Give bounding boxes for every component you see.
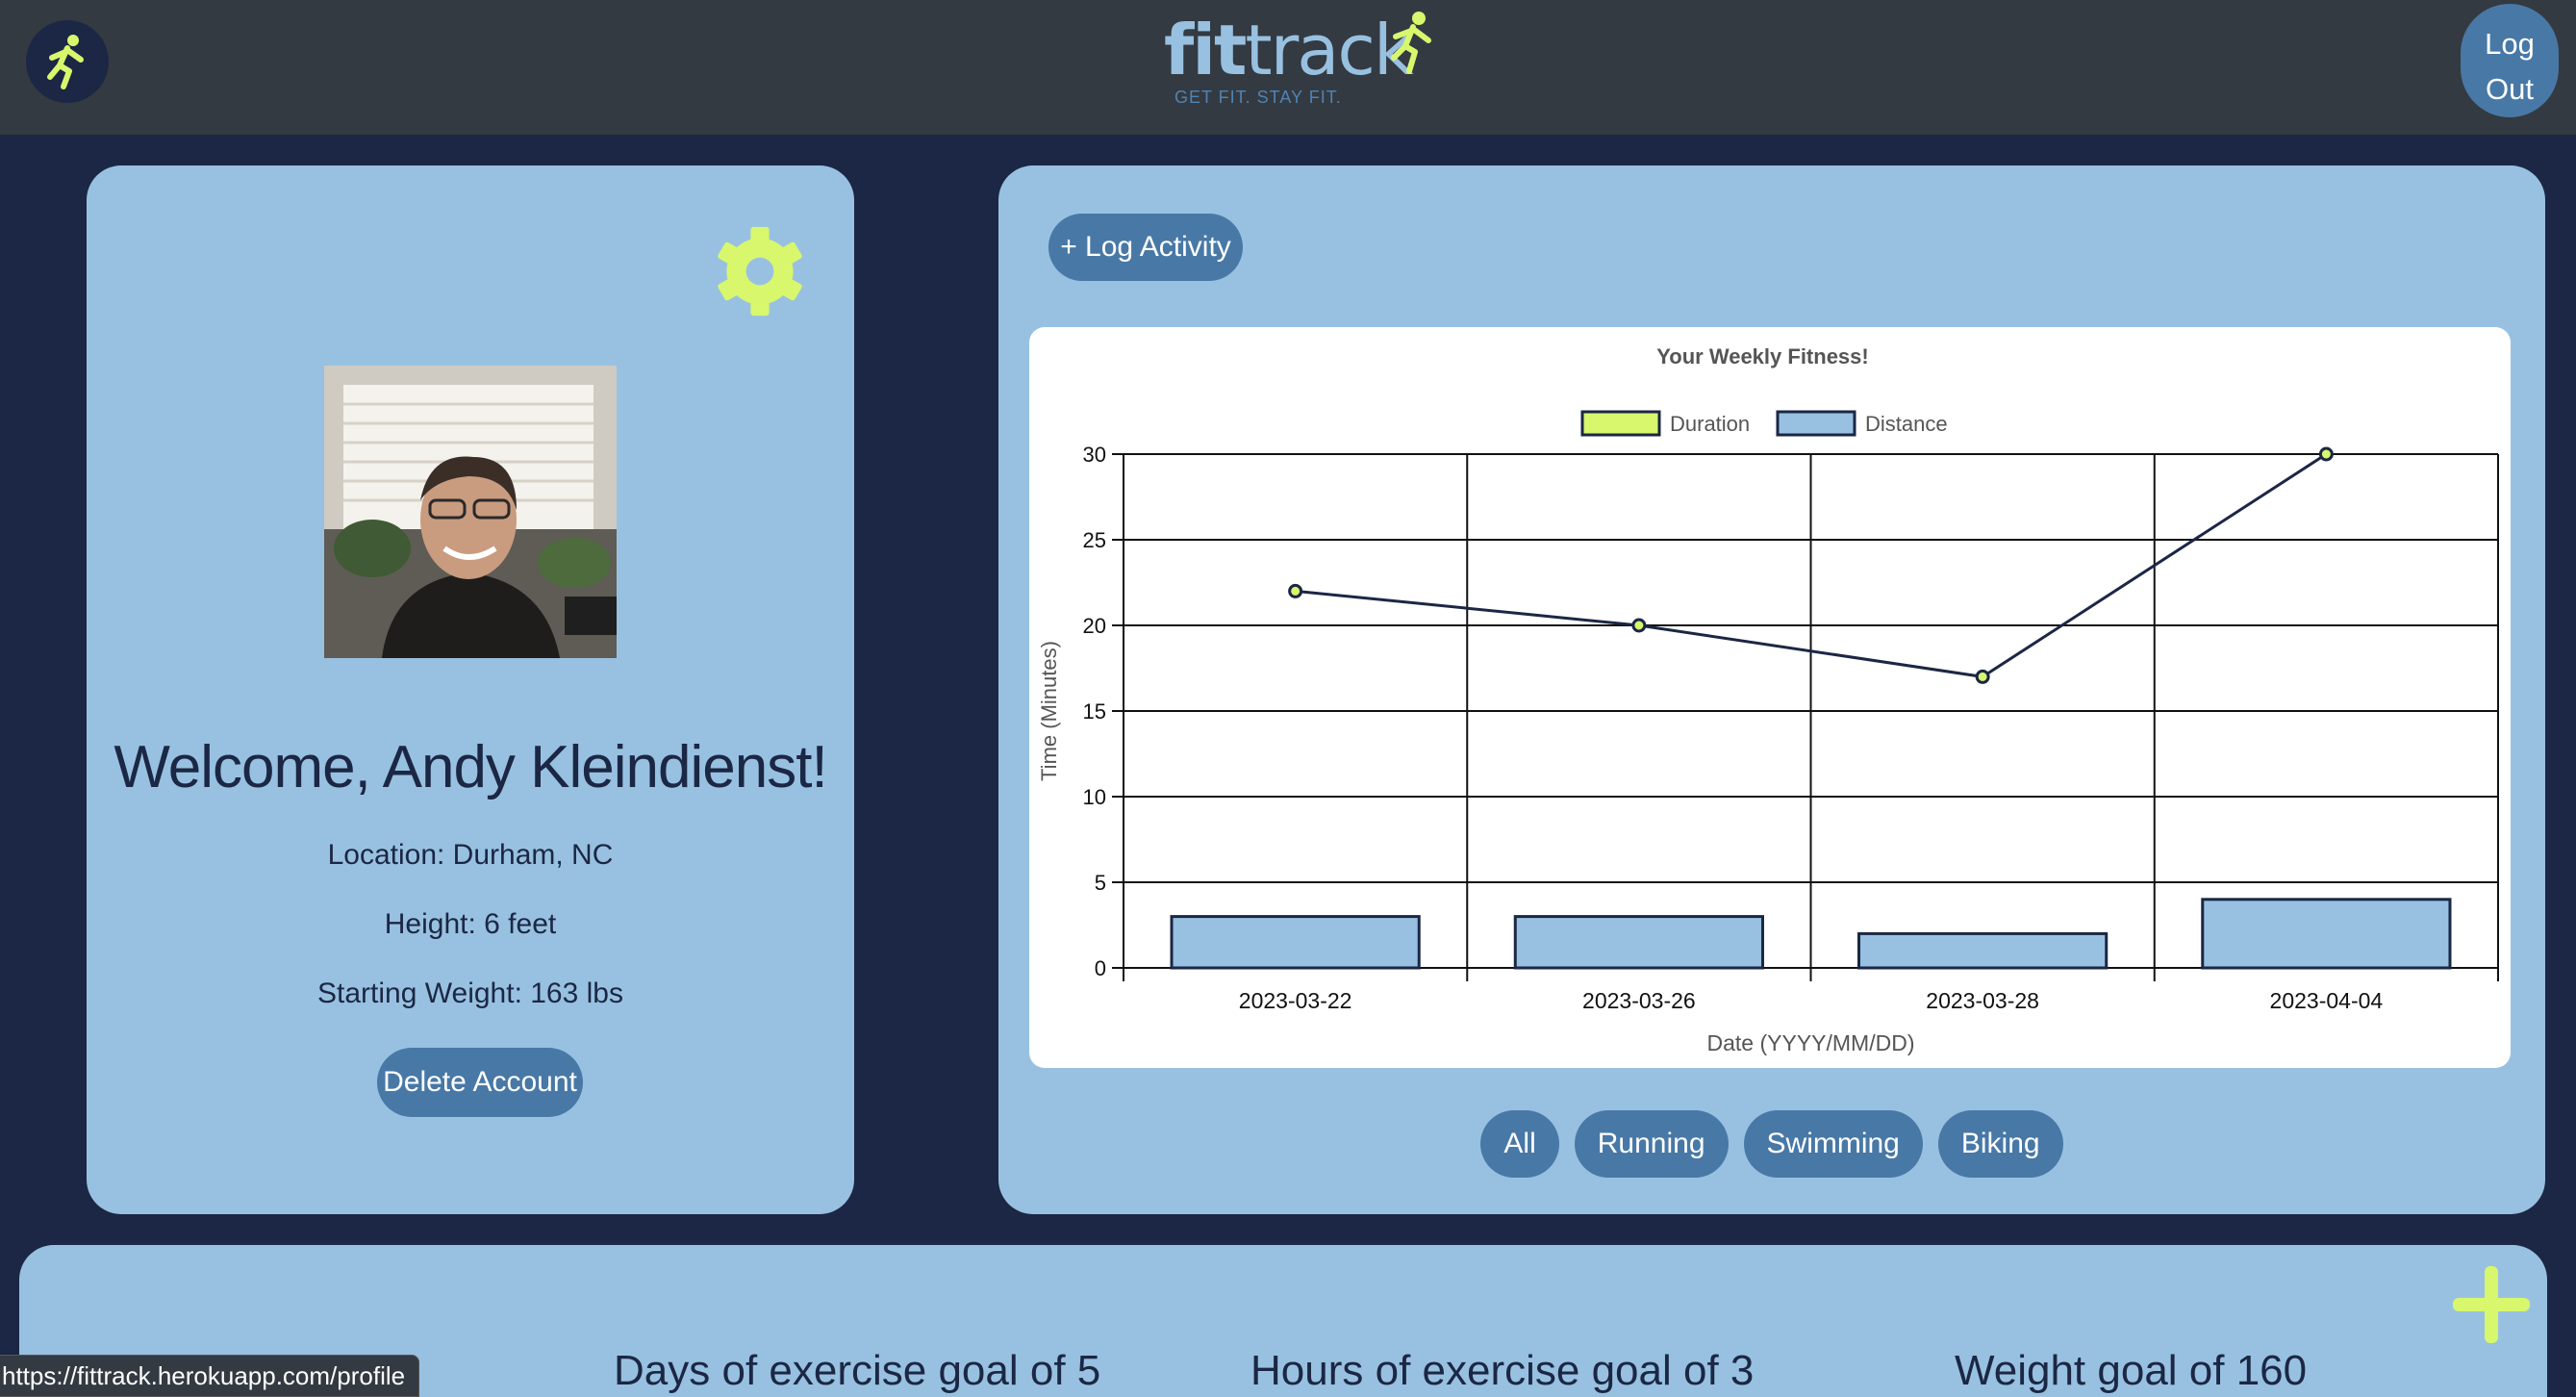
activity-card: + Log Activity Your Weekly Fitness! Durat… bbox=[998, 165, 2545, 1214]
log-activity-button[interactable]: + Log Activity bbox=[1048, 214, 1243, 281]
distance-bar bbox=[1170, 915, 1421, 970]
y-tick-label: 15 bbox=[1083, 699, 1106, 724]
y-axis-label: Time (Minutes) bbox=[1037, 641, 1061, 781]
status-bar-url: https://fittrack.herokuapp.com/profile bbox=[0, 1355, 420, 1397]
logo-tagline: GET FIT. STAY FIT. bbox=[1174, 88, 1342, 107]
x-tick-label: 2023-03-22 bbox=[1239, 988, 1352, 1013]
y-tick-label: 25 bbox=[1083, 528, 1106, 552]
height-text: Height: 6 feet bbox=[384, 908, 557, 940]
chart-title: Your Weekly Fitness! bbox=[1656, 344, 1868, 368]
logo-runner-icon bbox=[1391, 12, 1431, 74]
distance-bar bbox=[1513, 915, 1764, 970]
fittrack-logo[interactable]: fittrack GET FIT. STAY FIT. bbox=[1159, 10, 1448, 115]
y-tick-label: 20 bbox=[1083, 614, 1106, 638]
filter-all-button[interactable]: All bbox=[1480, 1110, 1559, 1178]
y-tick-label: 0 bbox=[1095, 956, 1106, 980]
delete-account-button[interactable]: Delete Account bbox=[377, 1048, 583, 1117]
legend-duration-swatch bbox=[1580, 410, 1661, 437]
distance-bar bbox=[1857, 931, 2109, 970]
distance-bar bbox=[2201, 898, 2452, 970]
activity-filters: All Running Swimming Biking bbox=[998, 1110, 2545, 1178]
y-tick-label: 30 bbox=[1083, 443, 1106, 467]
duration-point bbox=[1288, 583, 1303, 598]
legend-distance-label: Distance bbox=[1865, 412, 1948, 436]
top-navbar: fittrack GET FIT. STAY FIT. Log Out bbox=[0, 0, 2576, 135]
runner-icon bbox=[47, 35, 84, 89]
filter-running-button[interactable]: Running bbox=[1574, 1110, 1729, 1178]
welcome-heading: Welcome, Andy Kleindienst! bbox=[114, 734, 827, 800]
profile-photo bbox=[324, 366, 617, 658]
duration-point bbox=[2318, 446, 2334, 462]
y-tick-label: 10 bbox=[1083, 785, 1106, 809]
location-text: Location: Durham, NC bbox=[327, 839, 614, 871]
duration-point bbox=[1631, 618, 1647, 633]
home-button[interactable] bbox=[26, 20, 109, 103]
x-tick-label: 2023-03-28 bbox=[1926, 988, 2039, 1013]
filter-biking-button[interactable]: Biking bbox=[1937, 1110, 2063, 1178]
x-tick-label: 2023-04-04 bbox=[2270, 988, 2384, 1013]
filter-swimming-button[interactable]: Swimming bbox=[1743, 1110, 1923, 1178]
goal-days: Days of exercise goal of 5 bbox=[614, 1347, 1101, 1394]
gear-icon[interactable] bbox=[714, 225, 806, 318]
y-tick-label: 5 bbox=[1095, 871, 1106, 895]
goal-weight: Weight goal of 160 bbox=[1955, 1347, 2308, 1394]
chart-panel: Your Weekly Fitness! Duration Distance 0 5 10… bbox=[1029, 327, 2511, 1068]
logo-fit: fit bbox=[1164, 10, 1247, 90]
add-goal-icon[interactable] bbox=[2451, 1264, 2532, 1345]
x-axis-label: Date (YYYY/MM/DD) bbox=[1707, 1030, 1915, 1055]
logo-wordmark: fittrack bbox=[1164, 15, 1414, 85]
profile-card: Welcome, Andy Kleindienst! Location: Dur… bbox=[87, 165, 854, 1214]
avatar bbox=[324, 366, 617, 658]
x-tick-label: 2023-03-26 bbox=[1582, 988, 1696, 1013]
legend-distance-swatch bbox=[1776, 410, 1856, 437]
weekly-fitness-chart: Your Weekly Fitness! Duration Distance 0 5 10… bbox=[1037, 344, 2499, 1055]
goal-hours: Hours of exercise goal of 3 bbox=[1250, 1347, 1755, 1394]
legend-duration-label: Duration bbox=[1670, 412, 1750, 436]
starting-weight-text: Starting Weight: 163 lbs bbox=[317, 978, 623, 1009]
duration-point bbox=[1975, 669, 1990, 684]
logout-button[interactable]: Log Out bbox=[2461, 4, 2559, 117]
